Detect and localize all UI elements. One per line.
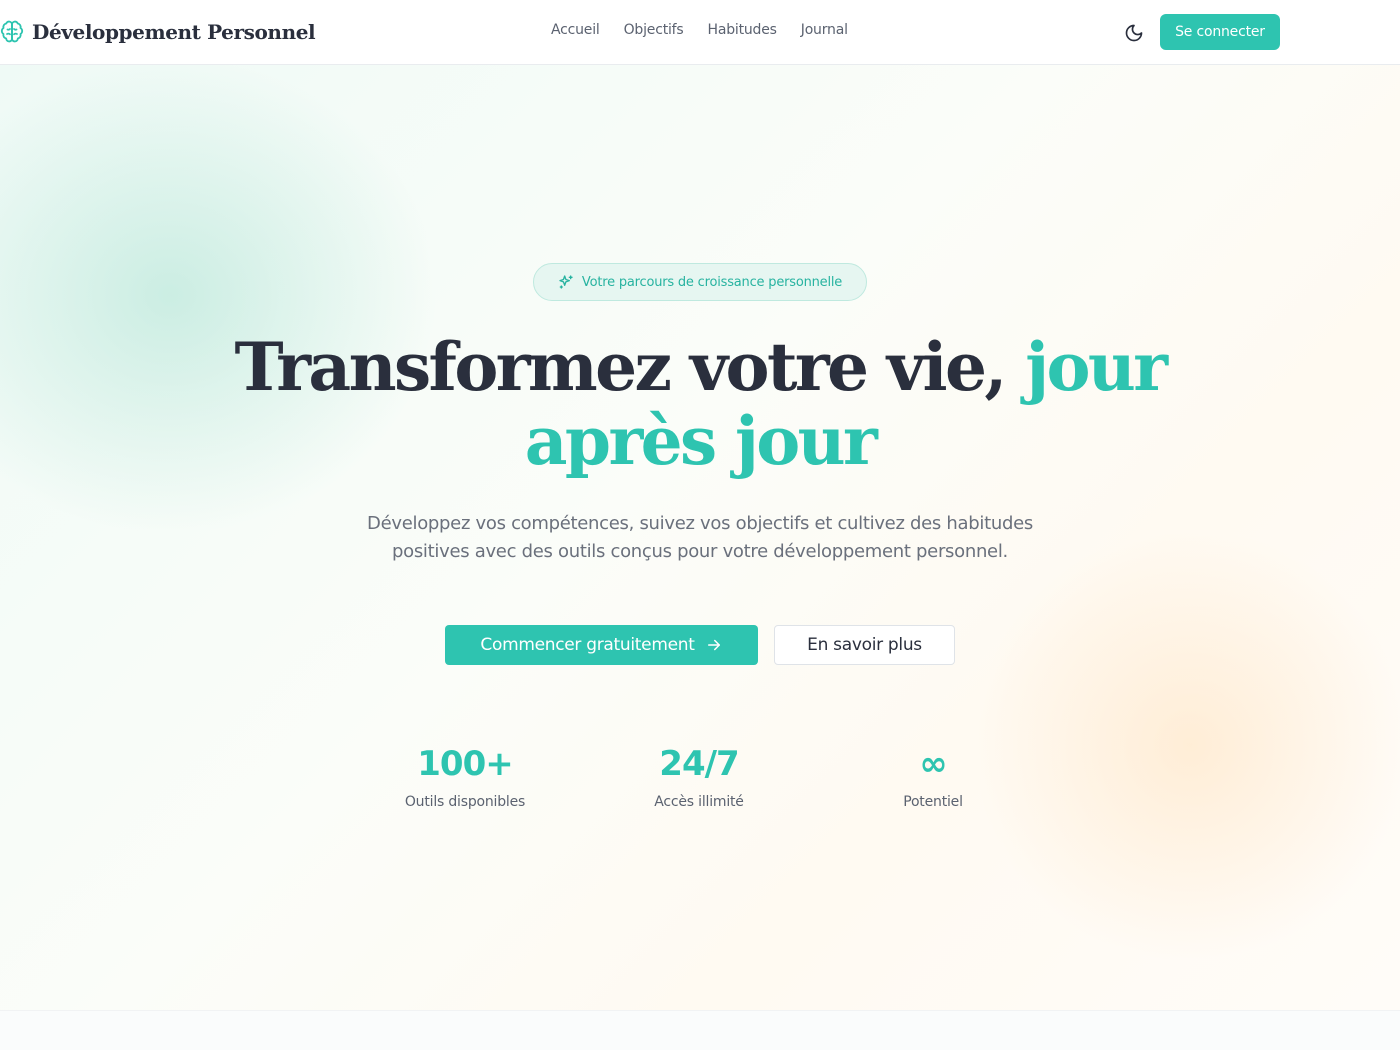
stat-label: Potentiel (903, 794, 963, 810)
hero-title: Transformez votre vie, jour après jour (200, 330, 1200, 478)
start-free-label: Commencer gratuitement (480, 635, 695, 655)
main-nav: Accueil Objectifs Habitudes Journal (551, 22, 848, 38)
nav-item-habitudes[interactable]: Habitudes (708, 22, 777, 38)
stat-label: Accès illimité (654, 794, 744, 810)
brand[interactable]: Développement Personnel (0, 18, 316, 46)
nav-item-journal[interactable]: Journal (801, 22, 848, 38)
hero-section: Votre parcours de croissance personnelle… (0, 65, 1400, 1010)
stat-access: 24/7 Accès illimité (582, 740, 816, 810)
brand-name: Développement Personnel (32, 20, 316, 44)
stat-value: ∞ (919, 744, 947, 784)
nav-item-objectifs[interactable]: Objectifs (624, 22, 684, 38)
hero-badge: Votre parcours de croissance personnelle (533, 263, 867, 301)
arrow-right-icon (707, 639, 720, 651)
next-section-edge (0, 1010, 1400, 1050)
hero-badge-text: Votre parcours de croissance personnelle (581, 274, 843, 290)
hero-title-main: Transformez votre vie, (234, 328, 1026, 406)
nav-item-accueil[interactable]: Accueil (551, 22, 600, 38)
top-navbar: Développement Personnel Accueil Objectif… (0, 0, 1400, 65)
stat-value: 100+ (417, 744, 513, 784)
moon-icon (1125, 24, 1143, 42)
theme-toggle-button[interactable] (1121, 20, 1147, 46)
learn-more-button[interactable]: En savoir plus (774, 625, 955, 665)
start-free-button[interactable]: Commencer gratuitement (445, 625, 758, 665)
stats-row: 100+ Outils disponibles 24/7 Accès illim… (348, 740, 1052, 810)
hero-subtitle: Développez vos compétences, suivez vos o… (367, 513, 1033, 562)
sparkles-icon (559, 275, 573, 289)
login-button[interactable]: Se connecter (1160, 14, 1280, 50)
brain-icon (0, 20, 24, 43)
stat-label: Outils disponibles (404, 794, 526, 810)
stat-tools: 100+ Outils disponibles (348, 740, 582, 810)
stat-value: 24/7 (659, 744, 739, 784)
stat-potential: ∞ Potentiel (816, 740, 1050, 810)
